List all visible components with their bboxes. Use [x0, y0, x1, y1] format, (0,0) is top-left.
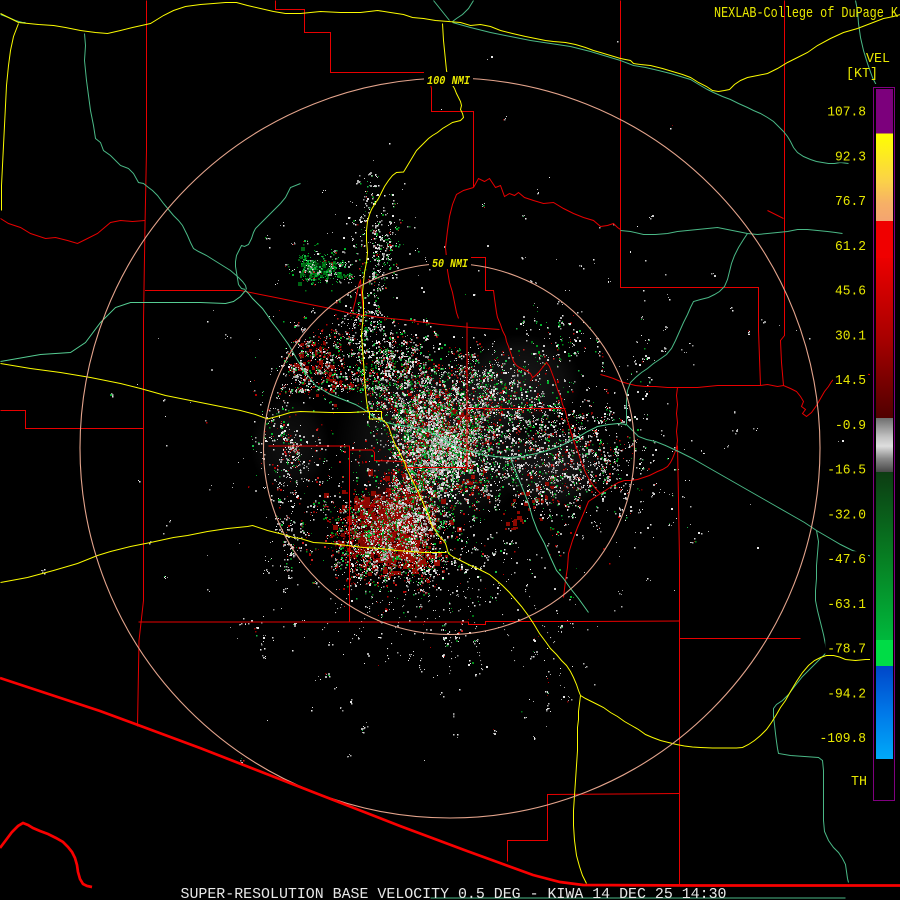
svg-text:76.7: 76.7: [835, 194, 866, 210]
svg-text:-78.7: -78.7: [827, 642, 866, 658]
svg-text:92.3: 92.3: [835, 149, 866, 165]
svg-text:107.8: 107.8: [827, 105, 866, 121]
svg-text:-47.6: -47.6: [827, 552, 866, 568]
svg-text:-16.5: -16.5: [827, 463, 866, 479]
svg-text:100 NMI: 100 NMI: [427, 74, 471, 88]
svg-text:-32.0: -32.0: [827, 507, 866, 523]
svg-text:61.2: 61.2: [835, 239, 866, 255]
svg-text:[KT]: [KT]: [846, 66, 878, 82]
svg-text:30.1: 30.1: [835, 328, 866, 344]
svg-text:TH: TH: [851, 774, 867, 790]
svg-text:45.6: 45.6: [835, 284, 866, 300]
svg-text:-63.1: -63.1: [827, 597, 866, 613]
svg-text:NEXLAB-College of DuPage K: NEXLAB-College of DuPage K: [714, 5, 898, 22]
svg-text:VEL: VEL: [866, 51, 890, 67]
svg-text:50 NMI: 50 NMI: [432, 257, 469, 271]
svg-text:14.5: 14.5: [835, 373, 866, 389]
svg-text:-0.9: -0.9: [835, 418, 866, 434]
svg-text:-94.2: -94.2: [827, 686, 866, 702]
svg-text:SUPER-RESOLUTION BASE VELOCITY: SUPER-RESOLUTION BASE VELOCITY 0.5 DEG -…: [181, 887, 727, 900]
svg-text:-109.8: -109.8: [820, 731, 867, 747]
